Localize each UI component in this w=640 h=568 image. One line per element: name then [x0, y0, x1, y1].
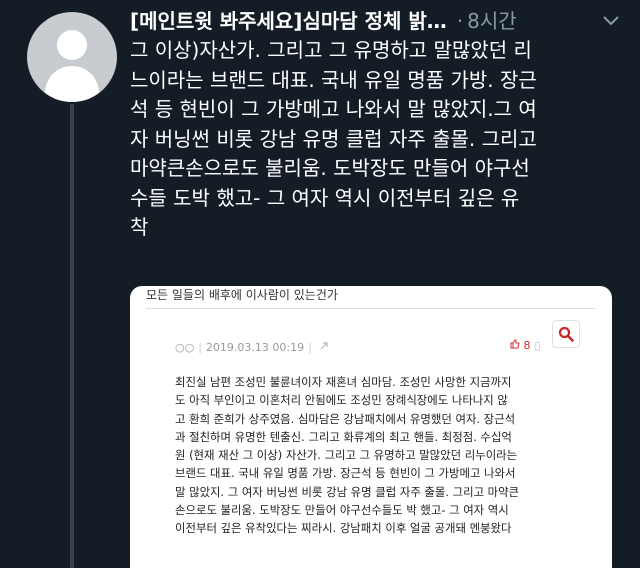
media-divider: [146, 308, 596, 309]
tweet-line: 자 버닝썬 비롯 강남 유명 클럽 자주 출몰. 그리고: [130, 126, 537, 151]
thumbs-up-icon: [510, 339, 524, 352]
header-dot: ·: [456, 9, 464, 33]
body-line: 과 절친하며 유명한 텐출신. 그리고 화류계의 최고 핸들. 최정점. 수십억: [175, 429, 512, 444]
tweet-line: 그 이상)자산가. 그리고 그 유명하고 말많았던 리: [130, 38, 532, 62]
media-body-text: 최진실 남편 조성민 불륜녀이자 재혼녀 심마담. 조성민 사망한 지금까지 도…: [175, 373, 595, 538]
tweet-line: 느이라는 브랜드 대표. 국내 유일 명품 가방. 장근: [130, 67, 537, 92]
tweet-line: 수들 도박 했고- 그 여자 역시 이전부터 깊은 유: [130, 185, 520, 210]
avatar-head-shape: [57, 30, 87, 60]
avatar[interactable]: [27, 12, 117, 102]
media-post-title: 모든 일들의 배후에 이사람이 있는건가: [146, 288, 338, 302]
tweet-line: 석 등 현빈이 그 가방메고 나와서 말 많았지.그 여: [130, 97, 537, 121]
body-line: 고 환희 준희가 상주였음. 심마담은 강남패치에서 유명했던 여자. 장근석: [175, 411, 516, 426]
author-dots: ○○: [175, 341, 195, 354]
media-image[interactable]: 모든 일들의 배후에 이사람이 있는건가 ○○ | 2019.03.13 00:19…: [130, 286, 612, 568]
chevron-down-icon[interactable]: [598, 8, 624, 34]
tweet-text: 그 이상)자산가. 그리고 그 유명하고 말많았던 리 느이라는 브랜드 대표.…: [130, 36, 630, 243]
thread-line: [70, 104, 74, 568]
more-icon: ▯: [534, 339, 541, 352]
body-line: 도 아직 부인이고 이혼처리 안됨에도 조성민 장례식장에도 나타나지 않: [175, 393, 508, 408]
post-likes: 8 ▯: [510, 339, 541, 352]
likes-count: 8: [523, 339, 531, 352]
share-icon: [316, 341, 330, 354]
body-line: 이전부터 깊은 유착있다는 찌라시. 강남패치 이후 얼굴 공개돼 멘붕왔다: [175, 521, 512, 536]
body-line: 브랜드 대표. 국내 유일 명품 가방. 장근석 등 현빈이 그 가방메고 나와…: [175, 466, 516, 481]
body-line: 최진실 남편 조성민 불륜녀이자 재혼녀 심마담. 조성민 사망한 지금까지: [175, 375, 512, 389]
tweet-title[interactable]: [메인트윗 봐주세요]심마담 정체 밝…: [130, 9, 447, 33]
tweet-line: 마약큰손으로도 불리움. 도박장도 만들어 야구선: [130, 156, 530, 180]
body-line: 원 (현재 재산 그 이상) 자산가. 그리고 그 유명하고 말많았던 리누이라…: [175, 448, 518, 463]
media-post-meta: ○○ | 2019.03.13 00:19 |: [175, 341, 329, 354]
post-date: 2019.03.13 00:19: [205, 341, 305, 354]
avatar-body-shape: [45, 66, 99, 102]
body-line: 말 많았지. 그 여자 버닝썬 비롯 강남 유명 클럽 자주 출몰. 그리고 마…: [175, 484, 520, 499]
tweet-header: [메인트윗 봐주세요]심마담 정체 밝… · 8시간: [130, 6, 630, 36]
tweet-time[interactable]: 8시간: [467, 9, 517, 33]
body-line: 손으로도 불리움. 도박장도 만들어 야구선수들도 박 했고- 그 여자 역시: [175, 503, 509, 518]
search-icon: [552, 320, 580, 348]
tweet-line: 착: [130, 215, 149, 239]
